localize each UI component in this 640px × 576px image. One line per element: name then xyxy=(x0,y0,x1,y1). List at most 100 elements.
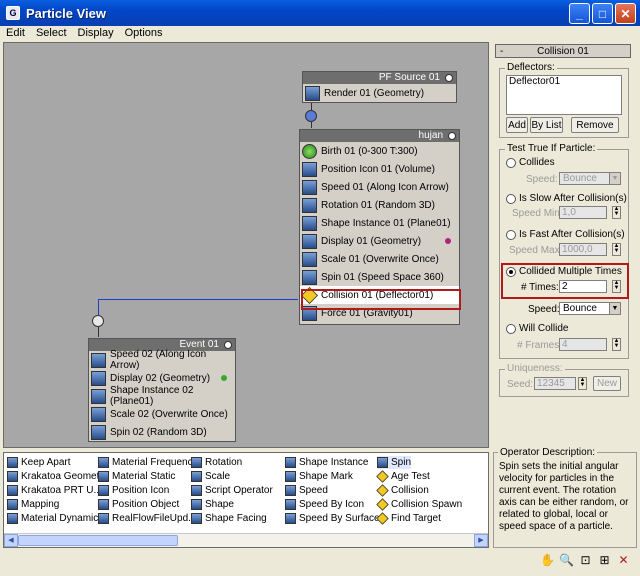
menu-options[interactable]: Options xyxy=(119,26,168,41)
depot-item-realflowfileupd[interactable]: RealFlowFileUpd... xyxy=(98,512,196,525)
depot-item-krakatoa-geomet[interactable]: Krakatoa Geomet... xyxy=(7,470,108,483)
depot-item-speed[interactable]: Speed xyxy=(285,484,328,497)
node-event-01[interactable]: Event 01 Speed 02 (Along Icon Arrow) Disp… xyxy=(88,338,236,442)
depot-item-scale[interactable]: Scale xyxy=(191,470,230,483)
operator-birth-01-0-300-t-300[interactable]: Birth 01 (0-300 T:300) xyxy=(300,142,459,160)
depot-item-krakatoa-prt-u[interactable]: Krakatoa PRT U... xyxy=(7,484,102,497)
find-target-icon xyxy=(376,512,389,525)
speed-max-field[interactable]: 1000,0 xyxy=(559,243,607,256)
spinner-icon[interactable]: ▲ ▼ xyxy=(612,280,621,293)
spinner-icon[interactable]: ▲ ▼ xyxy=(612,243,621,256)
depot-item-collision-spawn[interactable]: Collision Spawn xyxy=(376,498,462,511)
operator-render-01-geometry[interactable]: Render 01 (Geometry) xyxy=(303,84,456,102)
operator-shape-instance-02-plane01[interactable]: Shape Instance 02 (Plane01) xyxy=(89,385,235,407)
selection-highlight xyxy=(301,289,461,310)
no-zoom-icon[interactable]: ✕ xyxy=(616,552,631,567)
remove-button[interactable]: Remove xyxy=(571,117,619,133)
display-color-icon[interactable] xyxy=(445,238,451,244)
operator-scale-02-overwrite-once[interactable]: Scale 02 (Overwrite Once) xyxy=(89,405,235,423)
frames-field[interactable]: 4 xyxy=(559,338,607,351)
zoom-region-icon[interactable]: ⊡ xyxy=(578,552,593,567)
collides-radio[interactable] xyxy=(506,158,516,168)
depot-item-collision[interactable]: Collision xyxy=(376,484,429,497)
menu-edit[interactable]: Edit xyxy=(0,26,30,41)
scroll-left-icon[interactable]: ◀ xyxy=(4,534,18,547)
seed-field[interactable]: 12345 xyxy=(534,377,576,390)
add-button[interactable]: Add xyxy=(506,117,528,133)
depot-item-shape-mark[interactable]: Shape Mark xyxy=(285,470,353,483)
depot-item-speed-by-icon[interactable]: Speed By Icon xyxy=(285,498,364,511)
fast-after-radio[interactable] xyxy=(506,230,516,240)
minimize-button[interactable]: _ xyxy=(569,3,590,24)
node-lamp-icon[interactable] xyxy=(448,132,456,140)
output-connector-icon[interactable] xyxy=(305,110,317,122)
depot-item-label: Keep Apart xyxy=(21,457,71,468)
zoom-extents-icon[interactable]: ⊞ xyxy=(597,552,612,567)
slow-after-radio[interactable] xyxy=(506,194,516,204)
new-seed-button[interactable]: New xyxy=(593,376,621,391)
deflector-item[interactable]: Deflector01 xyxy=(509,76,560,87)
description-label: Operator Description: xyxy=(498,447,598,458)
depot-item-label: Position Icon xyxy=(112,485,170,496)
depot-item-position-object[interactable]: Position Object xyxy=(98,498,179,511)
operator-spin-02-random-3d[interactable]: Spin 02 (Random 3D) xyxy=(89,423,235,441)
depot-item-label: Material Frequency xyxy=(112,457,198,468)
operator-speed-01-along-icon-arrow[interactable]: Speed 01 (Along Icon Arrow) xyxy=(300,178,459,196)
speed-min-field[interactable]: 1,0 xyxy=(559,206,607,219)
operator-shape-instance-01-plane01[interactable]: Shape Instance 01 (Plane01) xyxy=(300,214,459,232)
input-connector-icon[interactable] xyxy=(92,315,104,327)
operator-position-icon-01-volume[interactable]: Position Icon 01 (Volume) xyxy=(300,160,459,178)
will-collide-radio[interactable] xyxy=(506,324,516,334)
collided-multiple-radio[interactable] xyxy=(506,267,516,277)
horizontal-scrollbar[interactable]: ◀ ▶ xyxy=(4,533,488,547)
depot-item-rotation[interactable]: Rotation xyxy=(191,456,242,469)
deflector-list[interactable]: Deflector01 xyxy=(506,75,622,115)
title-bar: G Particle View _ □ ✕ xyxy=(0,0,640,26)
depot-item-shape[interactable]: Shape xyxy=(191,498,234,511)
maximize-button[interactable]: □ xyxy=(592,3,613,24)
zoom-icon[interactable]: 🔍 xyxy=(559,552,574,567)
node-pf-source[interactable]: PF Source 01 Render 01 (Geometry) xyxy=(302,71,457,103)
spinner-icon[interactable]: ▲ ▼ xyxy=(612,338,621,351)
depot-item-script-operator[interactable]: Script Operator xyxy=(191,484,273,497)
times-label: # Times: xyxy=(521,282,559,293)
depot-item-keep-apart[interactable]: Keep Apart xyxy=(7,456,70,469)
operator-depot[interactable]: ◀ ▶ Keep Apart Krakatoa Geomet... Krakatoa… xyxy=(3,452,489,548)
times-field[interactable]: 2 xyxy=(559,280,607,293)
spinner-icon[interactable]: ▲ ▼ xyxy=(612,206,621,219)
depot-item-age-test[interactable]: Age Test xyxy=(376,470,430,483)
depot-item-material-frequency[interactable]: Material Frequency xyxy=(98,456,198,469)
speed-select-disabled[interactable]: Bounce ▼ xyxy=(559,172,621,185)
operator-scale-01-overwrite-once[interactable]: Scale 01 (Overwrite Once) xyxy=(300,250,459,268)
scroll-right-icon[interactable]: ▶ xyxy=(474,534,488,547)
depot-item-shape-facing[interactable]: Shape Facing xyxy=(191,512,267,525)
rollout-header[interactable]: - Collision 01 xyxy=(495,44,631,58)
depot-item-find-target[interactable]: Find Target xyxy=(376,512,441,525)
depot-item-shape-instance[interactable]: Shape Instance xyxy=(285,456,369,469)
operator-spin-01-speed-space-360[interactable]: Spin 01 (Speed Space 360) xyxy=(300,268,459,286)
depot-item-speed-by-surface[interactable]: Speed By Surface xyxy=(285,512,380,525)
particle-view-canvas[interactable]: PF Source 01 Render 01 (Geometry) hujan … xyxy=(3,42,489,448)
pan-icon[interactable]: ✋ xyxy=(540,552,555,567)
depot-item-material-static[interactable]: Material Static xyxy=(98,470,175,483)
node-lamp-icon[interactable] xyxy=(445,74,453,82)
scroll-thumb[interactable] xyxy=(18,535,178,546)
depot-item-material-dynamic[interactable]: Material Dynamic xyxy=(7,512,98,525)
rotation-icon xyxy=(302,197,317,213)
close-button[interactable]: ✕ xyxy=(615,3,636,24)
node-lamp-icon[interactable] xyxy=(224,341,232,349)
menu-select[interactable]: Select xyxy=(30,26,72,41)
menu-display[interactable]: Display xyxy=(72,26,119,41)
speed-select[interactable]: Bounce ▼ xyxy=(559,302,621,315)
display-color-icon[interactable] xyxy=(221,375,227,381)
spinner-icon[interactable]: ▲ ▼ xyxy=(578,377,587,390)
depot-item-mapping[interactable]: Mapping xyxy=(7,498,59,511)
depot-item-spin[interactable]: Spin xyxy=(377,456,412,469)
by-list-button[interactable]: By List xyxy=(530,117,563,133)
shape-icon xyxy=(191,499,202,510)
menu-bar: Edit Select Display Options xyxy=(0,26,640,41)
operator-display-01-geometry[interactable]: Display 01 (Geometry) xyxy=(300,232,459,250)
operator-speed-02-along-icon-arrow[interactable]: Speed 02 (Along Icon Arrow) xyxy=(89,349,235,371)
operator-rotation-01-random-3d[interactable]: Rotation 01 (Random 3D) xyxy=(300,196,459,214)
depot-item-position-icon[interactable]: Position Icon xyxy=(98,484,169,497)
